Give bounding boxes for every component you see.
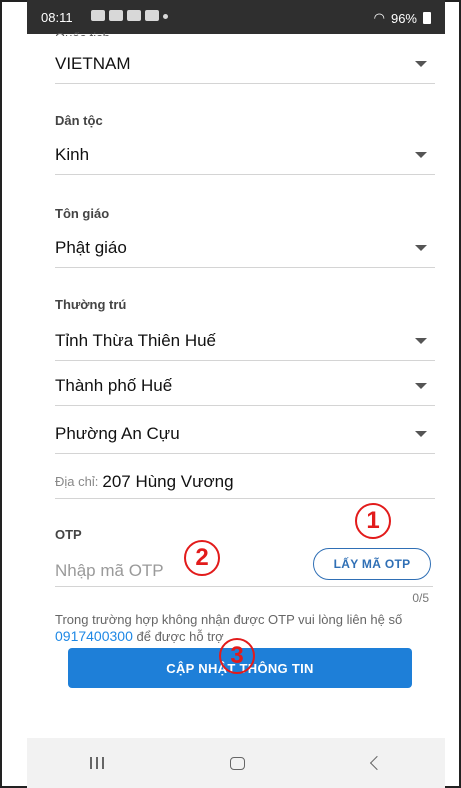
battery-percent: 96% (390, 10, 417, 26)
ethnicity-select[interactable]: Kinh (55, 135, 435, 175)
religion-select[interactable]: Phật giáo (55, 228, 435, 268)
religion-label: Tôn giáo (55, 206, 110, 221)
dropdown-caret-icon (415, 430, 427, 437)
support-phone-link[interactable]: 0917400300 (55, 628, 133, 644)
religion-field: Tôn giáo (55, 206, 435, 221)
dropdown-caret-icon (415, 337, 427, 344)
province-select[interactable]: Tỉnh Thừa Thiên Huế (55, 321, 435, 361)
notification-icon (91, 10, 105, 21)
religion-value: Phật giáo (55, 237, 127, 257)
help-text-before: Trong trường hợp không nhận được OTP vui… (55, 612, 403, 627)
help-text: Trong trường hợp không nhận được OTP vui… (55, 611, 440, 645)
notification-icon (127, 10, 141, 21)
notification-dot-icon (163, 14, 168, 19)
get-otp-button[interactable]: LẤY MÃ OTP (313, 548, 431, 580)
notification-icon (145, 10, 159, 21)
dropdown-caret-icon (415, 382, 427, 389)
city-select[interactable]: Thành phố Huế (55, 366, 435, 406)
annotation-mark-1: 1 (355, 503, 391, 539)
system-nav-bar (27, 738, 445, 788)
otp-label: OTP (55, 527, 82, 542)
annotation-mark-3: 3 (219, 638, 255, 674)
nationality-select[interactable]: VIETNAM (55, 44, 435, 84)
ward-select[interactable]: Phường An Cựu (55, 414, 435, 454)
residence-field: Thường trú (55, 297, 435, 312)
nationality-value: VIETNAM (55, 53, 131, 73)
dropdown-caret-icon (415, 244, 427, 251)
status-time: 08:11 (41, 10, 73, 25)
help-text-after: để được hỗ trợ (136, 629, 224, 644)
annotation-mark-2: 2 (184, 540, 220, 576)
notification-icons (91, 10, 168, 21)
residence-label: Thường trú (55, 297, 127, 312)
status-right: ◠ 96% (374, 10, 431, 26)
address-value: 207 Hùng Vương (102, 471, 234, 491)
nationality-label: Quốc tịch (55, 30, 110, 36)
province-value: Tỉnh Thừa Thiên Huế (55, 330, 217, 350)
address-prefix: Địa chỉ: (55, 474, 99, 489)
ward-value: Phường An Cựu (55, 423, 180, 443)
ethnicity-field: Dân tộc (55, 113, 435, 128)
dropdown-caret-icon (415, 151, 427, 158)
otp-counter: 0/5 (412, 591, 429, 605)
notification-icon (109, 10, 123, 21)
ethnicity-label: Dân tộc (55, 113, 103, 128)
status-bar: 08:11 ◠ 96% (27, 0, 445, 34)
recent-apps-icon[interactable] (90, 757, 105, 769)
dropdown-caret-icon (415, 60, 427, 67)
home-icon[interactable] (230, 756, 246, 770)
battery-icon (423, 12, 431, 24)
back-icon[interactable] (369, 755, 384, 771)
address-field[interactable]: Địa chỉ: 207 Hùng Vương (55, 465, 435, 499)
wifi-icon: ◠ (373, 10, 385, 25)
city-value: Thành phố Huế (55, 375, 173, 395)
ethnicity-value: Kinh (55, 144, 90, 164)
